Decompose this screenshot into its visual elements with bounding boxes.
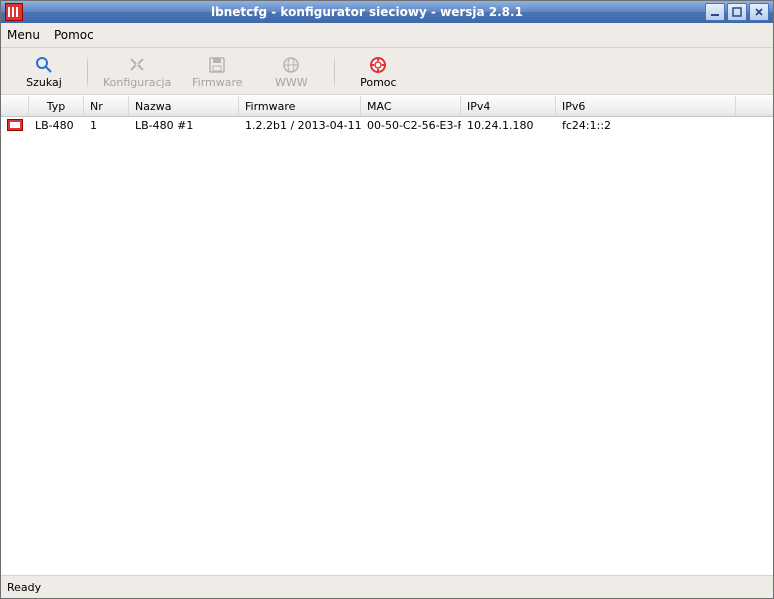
- table-body[interactable]: LB-480 1 LB-480 #1 1.2.2b1 / 2013-04-11 …: [1, 116, 773, 575]
- toolbar-www-button: WWW: [254, 49, 328, 95]
- save-icon: [208, 56, 226, 74]
- device-list: Typ Nr Nazwa Firmware MAC IPv4 IPv6 LB-4…: [1, 95, 773, 575]
- column-mac[interactable]: MAC: [361, 96, 461, 116]
- minimize-button[interactable]: [705, 3, 725, 21]
- statusbar: Ready: [1, 575, 773, 598]
- column-firmware[interactable]: Firmware: [239, 96, 361, 116]
- table-row[interactable]: LB-480 1 LB-480 #1 1.2.2b1 / 2013-04-11 …: [1, 116, 773, 134]
- window-title: lbnetcfg - konfigurator sieciowy - wersj…: [29, 5, 705, 19]
- search-icon: [35, 56, 53, 74]
- window-buttons: [705, 3, 769, 21]
- cell-firmware: 1.2.2b1 / 2013-04-11: [239, 119, 361, 132]
- toolbar-szukaj-label: Szukaj: [26, 76, 62, 89]
- app-icon: [5, 3, 23, 21]
- menu-pomoc[interactable]: Pomoc: [54, 28, 94, 42]
- column-nr[interactable]: Nr: [84, 96, 129, 116]
- column-ipv6[interactable]: IPv6: [556, 96, 736, 116]
- menubar: Menu Pomoc: [1, 23, 773, 48]
- column-ipv4[interactable]: IPv4: [461, 96, 556, 116]
- device-icon: [7, 119, 23, 131]
- toolbar-separator: [334, 56, 335, 88]
- window: lbnetcfg - konfigurator sieciowy - wersj…: [0, 0, 774, 599]
- toolbar-pomoc-button[interactable]: Pomoc: [341, 49, 415, 95]
- cell-typ: LB-480: [29, 119, 84, 132]
- close-icon: [754, 7, 764, 17]
- column-nazwa[interactable]: Nazwa: [129, 96, 239, 116]
- toolbar-firmware-button: Firmware: [180, 49, 254, 95]
- minimize-icon: [710, 7, 720, 17]
- column-icon[interactable]: [1, 96, 29, 116]
- table-header: Typ Nr Nazwa Firmware MAC IPv4 IPv6: [1, 96, 773, 117]
- cell-nazwa: LB-480 #1: [129, 119, 239, 132]
- cell-nr: 1: [84, 119, 129, 132]
- maximize-button[interactable]: [727, 3, 747, 21]
- column-rest: [736, 96, 773, 116]
- toolbar-konfiguracja-button: Konfiguracja: [94, 49, 180, 95]
- cell-ipv4: 10.24.1.180: [461, 119, 556, 132]
- toolbar: Szukaj Konfiguracja Firmware WWW: [1, 48, 773, 95]
- maximize-icon: [732, 7, 742, 17]
- menu-menu[interactable]: Menu: [7, 28, 40, 42]
- toolbar-firmware-label: Firmware: [192, 76, 242, 89]
- cell-mac: 00-50-C2-56-E3-F2: [361, 119, 461, 132]
- titlebar[interactable]: lbnetcfg - konfigurator sieciowy - wersj…: [1, 1, 773, 23]
- toolbar-konfiguracja-label: Konfiguracja: [103, 76, 171, 89]
- toolbar-separator: [87, 56, 88, 88]
- globe-icon: [282, 56, 300, 74]
- toolbar-www-label: WWW: [275, 76, 308, 89]
- cell-ipv6: fc24:1::2: [556, 119, 736, 132]
- column-typ[interactable]: Typ: [29, 96, 84, 116]
- close-button[interactable]: [749, 3, 769, 21]
- lifebuoy-icon: [369, 56, 387, 74]
- status-text: Ready: [7, 581, 41, 594]
- toolbar-szukaj-button[interactable]: Szukaj: [7, 49, 81, 95]
- toolbar-pomoc-label: Pomoc: [360, 76, 396, 89]
- tools-icon: [128, 56, 146, 74]
